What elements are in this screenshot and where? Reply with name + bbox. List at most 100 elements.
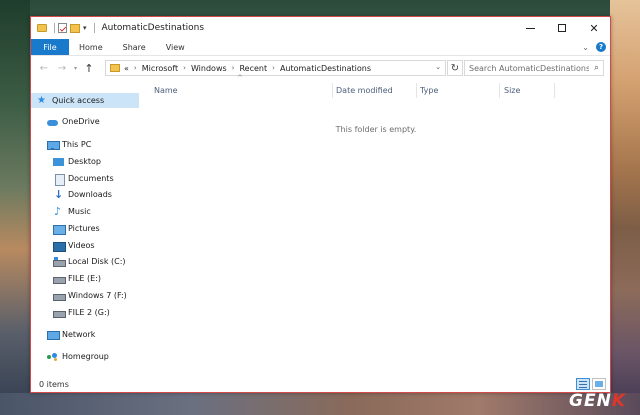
nav-item-windows-7-f[interactable]: Windows 7 (F:) <box>53 288 127 303</box>
ribbon-tabs: File Home Share View ⌄ ? <box>31 39 610 56</box>
desktop-background-right <box>610 0 640 415</box>
nav-item-label: Downloads <box>68 190 112 199</box>
nav-item-label: FILE (E:) <box>68 274 102 283</box>
column-header-size[interactable]: Size <box>504 83 520 98</box>
window-title: AutomaticDestinations <box>101 23 205 33</box>
address-bar[interactable]: « › Microsoft › Windows › Recent › Autom… <box>105 60 446 76</box>
network-icon <box>47 330 60 340</box>
column-header-type[interactable]: Type <box>420 83 438 98</box>
nav-item-label: Local Disk (C:) <box>68 257 126 266</box>
desktop-background-bottom <box>0 393 640 415</box>
nav-item-file-e[interactable]: FILE (E:) <box>53 271 101 286</box>
column-divider[interactable] <box>416 83 417 98</box>
disk-icon <box>53 274 66 284</box>
maximize-button[interactable] <box>546 17 578 39</box>
nav-item-label: This PC <box>62 140 92 149</box>
breadcrumb-overflow[interactable]: « <box>124 64 129 73</box>
breadcrumb-chevron-icon: › <box>183 64 186 72</box>
desktop-background-left <box>0 0 30 415</box>
large-icons-view-button[interactable] <box>592 378 606 390</box>
folder-icon <box>37 24 47 32</box>
close-button[interactable]: ✕ <box>578 17 610 39</box>
system-disk-icon <box>53 256 66 267</box>
nav-item-label: Videos <box>68 241 95 250</box>
back-arrow-icon[interactable]: ← <box>35 63 53 74</box>
nav-item-label: OneDrive <box>62 117 100 126</box>
tab-view[interactable]: View <box>156 39 195 55</box>
file-explorer-window: ▾ AutomaticDestinations ✕ File Home Shar… <box>30 16 611 393</box>
tab-home[interactable]: Home <box>69 39 113 55</box>
desktop-icon <box>53 157 64 167</box>
breadcrumb-windows[interactable]: Windows <box>191 64 227 73</box>
sort-ascending-chevron-icon: ^ <box>237 74 243 82</box>
nav-item-label: Documents <box>68 174 114 183</box>
empty-folder-message: This folder is empty. <box>335 125 417 134</box>
nav-item-homegroup[interactable]: Homegroup <box>47 349 109 364</box>
genk-watermark-logo: GENK <box>569 391 626 411</box>
tab-file[interactable]: File <box>31 39 69 55</box>
breadcrumb-automaticdestinations[interactable]: AutomaticDestinations <box>280 64 371 73</box>
item-count: 0 items <box>39 379 69 389</box>
nav-item-pictures[interactable]: Pictures <box>53 221 100 236</box>
nav-item-music[interactable]: Music <box>53 204 91 219</box>
recent-locations-chevron-icon[interactable]: ▾ <box>71 65 80 72</box>
address-history-dropdown-icon[interactable]: ⌄ <box>435 63 441 71</box>
column-header-date-modified[interactable]: Date modified <box>336 83 393 98</box>
nav-item-label: Homegroup <box>62 352 109 361</box>
minimize-button[interactable] <box>514 17 546 39</box>
column-divider[interactable] <box>332 83 333 98</box>
nav-item-this-pc[interactable]: This PC <box>47 137 91 152</box>
expand-ribbon-chevron-icon[interactable]: ⌄ <box>582 43 589 52</box>
new-folder-icon[interactable] <box>70 23 80 33</box>
nav-item-network[interactable]: Network <box>47 327 95 342</box>
forward-arrow-icon[interactable]: → <box>53 63 71 74</box>
breadcrumb-chevron-icon: › <box>133 64 137 72</box>
up-arrow-icon[interactable]: ↑ <box>80 62 98 75</box>
nav-item-label: FILE 2 (G:) <box>68 308 110 317</box>
cloud-icon <box>47 117 58 127</box>
disk-icon <box>53 308 66 318</box>
search-box[interactable]: ⌕ <box>464 60 604 76</box>
breadcrumb-microsoft[interactable]: Microsoft <box>142 64 178 73</box>
breadcrumb-recent[interactable]: Recent <box>239 64 267 73</box>
documents-icon <box>53 173 65 186</box>
minimize-icon <box>525 27 535 29</box>
status-bar: 0 items <box>31 376 610 392</box>
nav-item-onedrive[interactable]: OneDrive <box>47 114 100 129</box>
nav-item-label: Pictures <box>68 224 100 233</box>
close-icon: ✕ <box>589 21 599 35</box>
nav-item-downloads[interactable]: Downloads <box>53 187 112 202</box>
nav-item-desktop[interactable]: Desktop <box>53 154 101 169</box>
customize-toolbar-dropdown-icon[interactable]: ▾ <box>83 24 87 32</box>
download-icon <box>53 188 64 201</box>
details-view-button[interactable] <box>576 378 590 390</box>
pictures-icon <box>53 224 66 235</box>
search-icon[interactable]: ⌕ <box>594 63 599 73</box>
search-input[interactable] <box>469 63 589 73</box>
nav-item-label: Network <box>62 330 96 339</box>
nav-item-videos[interactable]: Videos <box>53 238 95 253</box>
nav-item-quick-access[interactable]: ★ Quick access <box>31 93 139 108</box>
star-icon: ★ <box>37 94 46 106</box>
help-icon[interactable]: ? <box>596 42 606 52</box>
properties-icon[interactable] <box>58 23 67 33</box>
window-controls: ✕ <box>514 17 610 39</box>
nav-item-file-2-g[interactable]: FILE 2 (G:) <box>53 305 110 320</box>
tab-share[interactable]: Share <box>113 39 156 55</box>
title-bar: ▾ AutomaticDestinations ✕ <box>31 17 610 39</box>
file-list[interactable]: ^ Name Date modified Type Size This fold… <box>142 74 610 377</box>
breadcrumb-chevron-icon: › <box>231 64 235 72</box>
maximize-icon <box>558 24 566 32</box>
nav-item-local-disk-c[interactable]: Local Disk (C:) <box>53 254 126 269</box>
nav-item-documents[interactable]: Documents <box>53 171 114 186</box>
music-icon <box>53 205 64 218</box>
refresh-button[interactable]: ↻ <box>447 60 463 76</box>
videos-icon <box>53 241 66 252</box>
column-divider[interactable] <box>499 83 500 98</box>
refresh-icon: ↻ <box>450 62 460 74</box>
nav-item-label: Quick access <box>52 96 105 105</box>
quick-access-toolbar: ▾ <box>37 23 98 33</box>
column-divider[interactable] <box>554 83 555 98</box>
nav-item-label: Desktop <box>68 157 101 166</box>
column-header-name[interactable]: Name <box>154 83 178 98</box>
